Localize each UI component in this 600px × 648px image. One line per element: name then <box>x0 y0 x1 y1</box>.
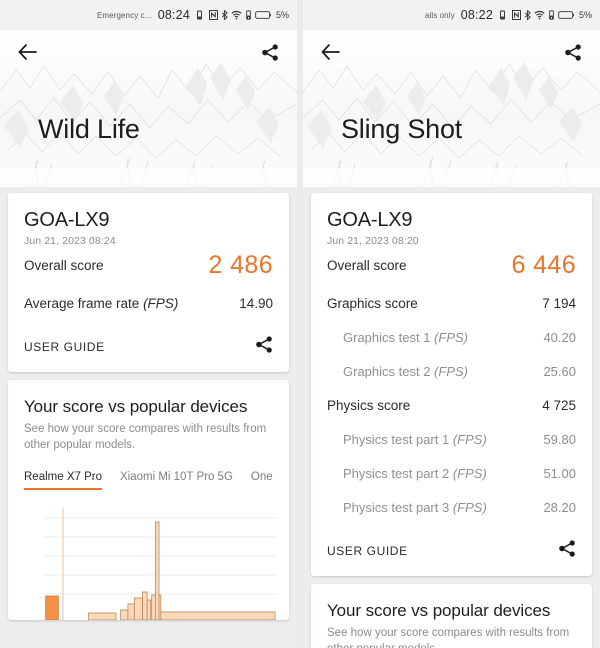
hero-banner: Wild Life <box>0 30 297 187</box>
table-row: Graphics score 7 194 <box>327 286 576 320</box>
status-bar: alls only 08:22 5% <box>303 0 600 30</box>
table-row: Average frame rate (FPS) 14.90 <box>24 286 273 320</box>
device-name: GOA-LX9 <box>327 209 413 231</box>
table-row: Graphics test 1 (FPS) 40.20 <box>327 320 576 354</box>
nfc-icon <box>208 10 218 20</box>
scroll-content[interactable]: GOA-LX9 Jun 21, 2023 08:24 Overall score… <box>0 187 297 648</box>
metric-value: 51.00 <box>543 466 576 481</box>
compare-subtitle: See how your score compares with results… <box>327 627 570 648</box>
metric-value: 28.20 <box>543 500 576 515</box>
back-arrow-icon[interactable] <box>14 39 40 65</box>
vibrate-icon <box>246 10 251 20</box>
result-card: GOA-LX9 Jun 21, 2023 08:20 Overall score… <box>311 193 592 576</box>
wifi-icon <box>231 10 242 20</box>
overall-score-label: Overall score <box>24 258 104 273</box>
carrier-label: Emergency c... <box>96 10 152 20</box>
status-clock: 08:24 <box>157 8 190 22</box>
dual-screenshot-container: Emergency c... 08:24 5% Wild Life GOA-LX… <box>0 0 600 648</box>
phone-screenshot-right: alls only 08:22 5% Sling Shot GOA-LX9 Ju… <box>303 0 600 648</box>
table-row: Physics test part 2 (FPS) 51.00 <box>327 456 576 490</box>
tab-xiaomi-mi-10t-pro-5g[interactable]: Xiaomi Mi 10T Pro 5G <box>120 471 233 490</box>
hero-toolbar <box>303 30 600 74</box>
battery-icon <box>558 11 574 19</box>
compare-title: Your score vs popular devices <box>24 397 248 416</box>
share-icon[interactable] <box>257 39 283 65</box>
compare-card: Your score vs popular devices See how yo… <box>8 380 289 621</box>
battery-icon <box>255 11 271 19</box>
overall-score-value: 2 486 <box>208 251 273 279</box>
table-row: Physics test part 3 (FPS) 28.20 <box>327 490 576 524</box>
battery-percent: 5% <box>578 10 592 20</box>
scroll-content[interactable]: GOA-LX9 Jun 21, 2023 08:20 Overall score… <box>303 187 600 648</box>
metric-label: Graphics test 1 (FPS) <box>343 330 468 345</box>
bluetooth-icon <box>221 10 228 20</box>
user-guide-label: USER GUIDE <box>327 544 408 558</box>
table-row: Graphics test 2 (FPS) 25.60 <box>327 354 576 388</box>
phone-screenshot-left: Emergency c... 08:24 5% Wild Life GOA-LX… <box>0 0 297 648</box>
status-icon-group-right: 5% <box>511 10 592 20</box>
table-row: Physics score 4 725 <box>327 388 576 422</box>
wifi-icon <box>534 10 545 20</box>
nfc-icon <box>511 10 521 20</box>
hero-title: Wild Life <box>38 114 140 144</box>
metric-label: Physics test part 1 (FPS) <box>343 432 487 447</box>
overall-score-row: Overall score 6 446 <box>327 247 576 286</box>
status-icon-group-right: 5% <box>208 10 289 20</box>
overall-score-label: Overall score <box>327 258 407 273</box>
hero-banner: Sling Shot <box>303 30 600 187</box>
tab-oneplus[interactable]: Onel <box>251 471 273 490</box>
alarm-icon <box>196 10 202 20</box>
metric-unit: (FPS) <box>143 296 179 311</box>
result-card: GOA-LX9 Jun 21, 2023 08:24 Overall score… <box>8 193 289 372</box>
vibrate-icon <box>549 10 554 20</box>
share-icon[interactable] <box>559 540 576 562</box>
metric-label: Physics test part 3 (FPS) <box>343 500 487 515</box>
metric-label: Graphics test 2 (FPS) <box>343 364 468 379</box>
user-guide-row[interactable]: USER GUIDE <box>327 524 576 576</box>
metric-label: Physics score <box>327 398 411 413</box>
table-row: Physics test part 1 (FPS) 59.80 <box>327 422 576 456</box>
overall-score-row: Overall score 2 486 <box>24 247 273 286</box>
status-bar: Emergency c... 08:24 5% <box>0 0 297 30</box>
user-guide-row[interactable]: USER GUIDE <box>24 320 273 372</box>
status-clock: 08:22 <box>460 8 493 22</box>
result-timestamp: Jun 21, 2023 08:20 <box>327 235 419 247</box>
alarm-icon <box>499 10 505 20</box>
metric-label: Average frame rate (FPS) <box>24 296 179 311</box>
share-icon[interactable] <box>256 336 273 358</box>
carrier-label: alls only <box>424 10 455 20</box>
metric-value: 25.60 <box>543 364 576 379</box>
hero-title: Sling Shot <box>341 114 463 144</box>
device-name: GOA-LX9 <box>24 209 110 231</box>
back-arrow-icon[interactable] <box>317 39 343 65</box>
compare-subtitle: See how your score compares with results… <box>24 423 267 451</box>
battery-percent: 5% <box>275 10 289 20</box>
metric-value: 4 725 <box>542 398 576 413</box>
metric-value: 40.20 <box>543 330 576 345</box>
hero-toolbar <box>0 30 297 74</box>
metric-label: Physics test part 2 (FPS) <box>343 466 487 481</box>
score-distribution-chart <box>20 500 277 621</box>
user-guide-label: USER GUIDE <box>24 340 105 354</box>
metric-label: Graphics score <box>327 296 418 311</box>
tab-realme-x7-pro[interactable]: Realme X7 Pro <box>24 471 102 491</box>
compare-title: Your score vs popular devices <box>327 601 551 620</box>
overall-score-value: 6 446 <box>511 251 576 279</box>
compare-card: Your score vs popular devices See how yo… <box>311 584 592 648</box>
bluetooth-icon <box>524 10 531 20</box>
share-icon[interactable] <box>560 39 586 65</box>
metric-value: 59.80 <box>543 432 576 447</box>
device-tabs[interactable]: Realme X7 Pro Xiaomi Mi 10T Pro 5G Onel <box>24 453 273 491</box>
metric-value: 14.90 <box>239 296 273 311</box>
metric-value: 7 194 <box>542 296 576 311</box>
status-icon-group <box>196 10 203 20</box>
status-icon-group <box>499 10 506 20</box>
result-timestamp: Jun 21, 2023 08:24 <box>24 235 116 247</box>
